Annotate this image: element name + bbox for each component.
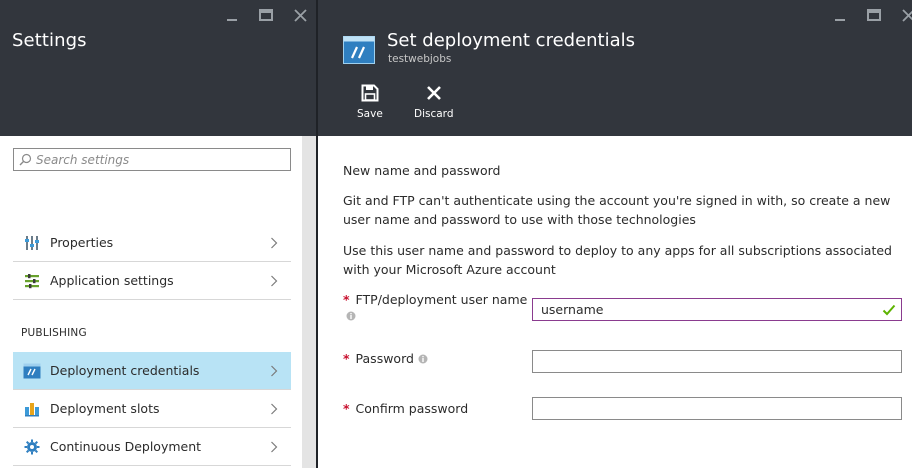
section-label-publishing: PUBLISHING (21, 327, 87, 339)
menu-item-label: Deployment slots (50, 401, 160, 416)
chevron-right-icon (266, 235, 282, 251)
chevron-right-icon (266, 273, 282, 289)
checkmark-icon (880, 301, 898, 319)
save-icon (359, 82, 381, 104)
password-label: * Password (343, 351, 428, 366)
close-icon[interactable] (898, 7, 912, 23)
username-label-text: FTP/deployment user name (355, 292, 528, 307)
username-input[interactable] (533, 300, 880, 319)
continuous-deployment-icon (22, 437, 42, 457)
menu-item-continuous-deployment[interactable]: Continuous Deployment (13, 428, 291, 466)
info-icon[interactable] (418, 354, 428, 364)
menu-item-deployment-slots[interactable]: Deployment slots (13, 390, 291, 428)
form-heading: New name and password (343, 163, 501, 178)
discard-label: Discard (414, 108, 454, 120)
confirm-password-input[interactable] (533, 399, 901, 418)
save-button[interactable]: Save (357, 82, 383, 120)
settings-blade-header: Settings (0, 0, 316, 136)
chevron-right-icon (266, 363, 282, 379)
menu-item-application-settings[interactable]: Application settings (13, 262, 291, 300)
discard-button[interactable]: Discard (414, 82, 453, 120)
confirm-password-label-text: Confirm password (355, 401, 469, 416)
required-marker: * (343, 351, 350, 366)
maximize-icon[interactable] (256, 7, 276, 23)
password-label-text: Password (355, 351, 414, 366)
password-input[interactable] (533, 352, 901, 371)
settings-window-controls (208, 7, 310, 23)
deployment-credentials-icon (343, 36, 375, 64)
chevron-right-icon (266, 439, 282, 455)
properties-icon (22, 233, 42, 253)
close-icon[interactable] (290, 7, 310, 23)
deployment-credentials-icon (22, 361, 42, 381)
menu-item-deployment-credentials[interactable]: Deployment credentials (13, 352, 291, 390)
info-icon[interactable] (346, 306, 356, 321)
confirm-password-label: * Confirm password (343, 401, 468, 416)
username-label: * FTP/deployment user name (343, 292, 527, 307)
menu-item-label: Deployment credentials (50, 363, 200, 378)
description-paragraph-2: Use this user name and password to deplo… (343, 243, 892, 277)
credentials-blade-title: Set deployment credentials (387, 30, 636, 51)
maximize-icon[interactable] (864, 7, 884, 23)
settings-scrollbar[interactable] (302, 136, 316, 468)
discard-icon (423, 82, 445, 104)
minimize-icon[interactable] (222, 7, 242, 23)
minimize-icon[interactable] (830, 7, 850, 23)
app-settings-icon (22, 271, 42, 291)
search-icon (14, 149, 36, 170)
settings-blade-title: Settings (12, 30, 87, 51)
search-settings-input[interactable] (36, 150, 290, 169)
credentials-window-controls (816, 7, 912, 23)
required-marker: * (343, 292, 350, 307)
deployment-slots-icon (22, 399, 42, 419)
description-paragraph-1: Git and FTP can't authenticate using the… (343, 193, 891, 227)
menu-item-properties[interactable]: Properties (13, 224, 291, 262)
chevron-right-icon (266, 401, 282, 417)
confirm-password-field[interactable] (532, 397, 902, 420)
menu-item-label: Application settings (50, 273, 174, 288)
credentials-blade-header: Set deployment credentials testwebjobs S… (318, 0, 912, 136)
menu-item-label: Properties (50, 235, 114, 250)
menu-item-label: Continuous Deployment (50, 439, 202, 454)
required-marker: * (343, 401, 350, 416)
credentials-blade: Set deployment credentials testwebjobs S… (318, 0, 912, 468)
credentials-blade-subtitle: testwebjobs (388, 53, 452, 65)
search-settings-field[interactable] (13, 148, 291, 171)
save-label: Save (357, 108, 383, 120)
password-field[interactable] (532, 350, 902, 373)
portal-workspace: Settings Search settings Properties Appl… (0, 0, 912, 468)
username-field[interactable] (532, 298, 902, 321)
settings-blade: Settings Search settings Properties Appl… (0, 0, 316, 468)
